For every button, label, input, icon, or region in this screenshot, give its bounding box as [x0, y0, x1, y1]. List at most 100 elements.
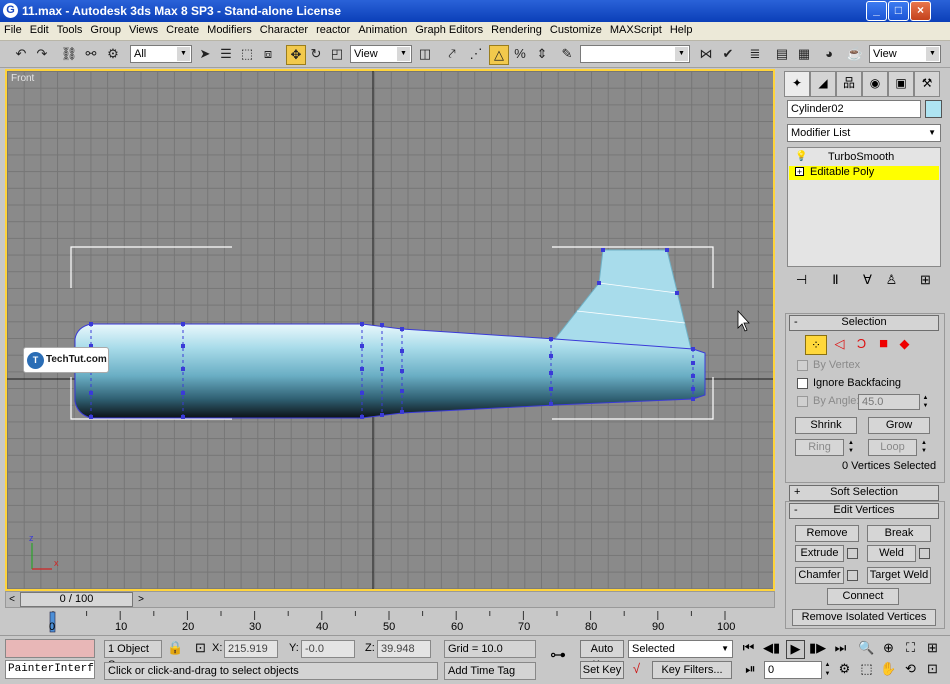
bind-space-warp-icon[interactable]: ⚙: [104, 45, 122, 63]
menu-graph-editors[interactable]: Graph Editors: [411, 22, 487, 36]
remove-isolated-vertices-button[interactable]: Remove Isolated Vertices: [792, 609, 936, 626]
modify-tab-icon[interactable]: ◢: [810, 71, 836, 97]
material-editor-icon[interactable]: ◕: [820, 45, 838, 63]
current-frame-spinner-arrows[interactable]: ▲ ▼: [823, 661, 832, 679]
edge-mode-icon[interactable]: ◁: [831, 336, 848, 353]
minimize-button[interactable]: _: [866, 1, 887, 21]
vertex-mode-icon[interactable]: ⁘: [805, 335, 827, 355]
snap-toggle-icon[interactable]: ⋰: [467, 45, 485, 63]
time-configuration-icon[interactable]: ⚙: [836, 661, 853, 678]
close-button[interactable]: ×: [910, 1, 931, 21]
grow-button[interactable]: Grow: [868, 417, 930, 434]
soft-selection-rollout-header[interactable]: + Soft Selection: [789, 485, 939, 501]
weld-button[interactable]: Weld: [867, 545, 916, 562]
menu-animation[interactable]: Animation: [354, 22, 411, 36]
pan-hand-icon[interactable]: ✋: [880, 661, 897, 678]
spinner-snap-icon[interactable]: ⇕: [533, 45, 551, 63]
zoom-icon[interactable]: 🔍: [858, 640, 875, 657]
unlink-icon[interactable]: ⚯: [82, 45, 100, 63]
layer-manager-icon[interactable]: ≣: [746, 45, 764, 63]
maximize-viewport-icon[interactable]: ⊡: [924, 661, 941, 678]
maxscript-listener-top[interactable]: [5, 639, 95, 658]
time-slider-thumb[interactable]: 0 / 100: [20, 592, 133, 607]
pin-stack-icon[interactable]: ⊣: [793, 272, 810, 289]
menu-rendering[interactable]: Rendering: [487, 22, 546, 36]
select-link-icon[interactable]: ⛓: [60, 45, 78, 63]
selection-filter-dropdown[interactable]: All ▼: [130, 45, 192, 63]
render-view-dropdown[interactable]: View ▼: [869, 45, 941, 63]
by-angle-spinner-arrows[interactable]: ▲ ▼: [921, 394, 930, 410]
target-weld-button[interactable]: Target Weld: [867, 567, 931, 584]
menu-customize[interactable]: Customize: [546, 22, 606, 36]
auto-key-button[interactable]: Auto Key: [580, 640, 624, 671]
window-crossing-icon[interactable]: ⧈: [259, 45, 277, 63]
select-rotate-icon[interactable]: ↻: [307, 45, 325, 63]
redo-icon[interactable]: ↷: [33, 45, 51, 63]
by-vertex-checkbox[interactable]: [797, 360, 808, 371]
menu-modifiers[interactable]: Modifiers: [203, 22, 256, 36]
percent-snap-icon[interactable]: %: [511, 45, 529, 63]
key-mode-dropdown[interactable]: Selected ▼: [628, 640, 733, 658]
edit-vertices-rollout-header[interactable]: - Edit Vertices: [789, 503, 939, 519]
absolute-mode-icon[interactable]: ⊡: [192, 640, 209, 657]
select-scale-icon[interactable]: ◰: [328, 45, 346, 63]
weld-settings-icon[interactable]: [919, 548, 930, 559]
lock-selection-icon[interactable]: 🔒: [167, 640, 184, 657]
zoom-all-icon[interactable]: ⊕: [880, 640, 897, 657]
reference-coord-dropdown[interactable]: View ▼: [350, 45, 412, 63]
break-button[interactable]: Break: [867, 525, 931, 542]
by-angle-checkbox[interactable]: [797, 396, 808, 407]
object-name-field[interactable]: Cylinder02: [787, 100, 921, 118]
menu-views[interactable]: Views: [125, 22, 162, 36]
polygon-mode-icon[interactable]: ■: [875, 336, 892, 353]
key-tangent-icon[interactable]: √: [628, 661, 645, 678]
zoom-extents-icon[interactable]: ⛶: [902, 640, 919, 657]
maximize-button[interactable]: □: [888, 1, 909, 21]
hierarchy-tab-icon[interactable]: 品: [836, 71, 862, 97]
shrink-button[interactable]: Shrink: [795, 417, 857, 434]
ignore-backfacing-checkbox[interactable]: [797, 378, 808, 389]
element-mode-icon[interactable]: ◆: [896, 336, 913, 353]
utilities-tab-icon[interactable]: ⚒: [914, 71, 940, 97]
select-move-icon[interactable]: ✥: [286, 45, 306, 65]
arc-rotate-icon[interactable]: ⟲: [902, 661, 919, 678]
key-icon[interactable]: ⊶: [543, 648, 573, 665]
set-key-button[interactable]: Set Key: [580, 661, 624, 679]
object-color-swatch[interactable]: [925, 100, 942, 118]
remove-button[interactable]: Remove: [795, 525, 859, 542]
menu-reactor[interactable]: reactor: [312, 22, 354, 36]
configure-modifier-sets-icon[interactable]: ⊞: [917, 272, 934, 289]
undo-icon[interactable]: ↶: [12, 45, 30, 63]
goto-start-icon[interactable]: ⏮: [740, 640, 757, 657]
show-end-result-icon[interactable]: Ⅱ: [827, 272, 844, 289]
menu-help[interactable]: Help: [666, 22, 697, 36]
ring-spinner-arrows[interactable]: ▲ ▼: [846, 439, 856, 456]
make-unique-icon[interactable]: ∀: [859, 272, 876, 289]
angle-snap-icon[interactable]: △: [489, 45, 509, 65]
play-icon[interactable]: ▶: [786, 640, 805, 659]
menu-maxscript[interactable]: MAXScript: [606, 22, 666, 36]
add-time-tag[interactable]: Add Time Tag: [444, 662, 536, 680]
align-icon[interactable]: ✔: [719, 45, 737, 63]
ring-button[interactable]: Ring: [795, 439, 844, 456]
border-mode-icon[interactable]: Ͻ: [853, 336, 870, 353]
stack-item-turbosmooth[interactable]: 💡 TurboSmooth: [788, 151, 940, 165]
expand-plus-icon[interactable]: +: [795, 167, 804, 177]
modifier-list-dropdown[interactable]: Modifier List ▼: [787, 124, 941, 142]
menu-tools[interactable]: Tools: [53, 22, 87, 36]
previous-frame-icon[interactable]: ◀▮: [763, 640, 780, 657]
menu-edit[interactable]: Edit: [26, 22, 53, 36]
mirror-icon[interactable]: ⋈: [697, 45, 715, 63]
select-object-icon[interactable]: ➤: [196, 45, 214, 63]
menu-character[interactable]: Character: [256, 22, 312, 36]
region-zoom-icon[interactable]: ⬚: [858, 661, 875, 678]
create-tab-icon[interactable]: ✦: [784, 71, 810, 97]
motion-tab-icon[interactable]: ◉: [862, 71, 888, 97]
key-mode-toggle-icon[interactable]: ⏯: [742, 661, 759, 678]
loop-spinner-arrows[interactable]: ▲ ▼: [919, 439, 929, 456]
lightbulb-icon[interactable]: 💡: [795, 151, 807, 162]
connect-button[interactable]: Connect: [827, 588, 899, 605]
track-bar[interactable]: 0 10 20 30 40 50 60 70 80 90 100: [5, 608, 775, 635]
menu-create[interactable]: Create: [162, 22, 203, 36]
menu-group[interactable]: Group: [86, 22, 125, 36]
